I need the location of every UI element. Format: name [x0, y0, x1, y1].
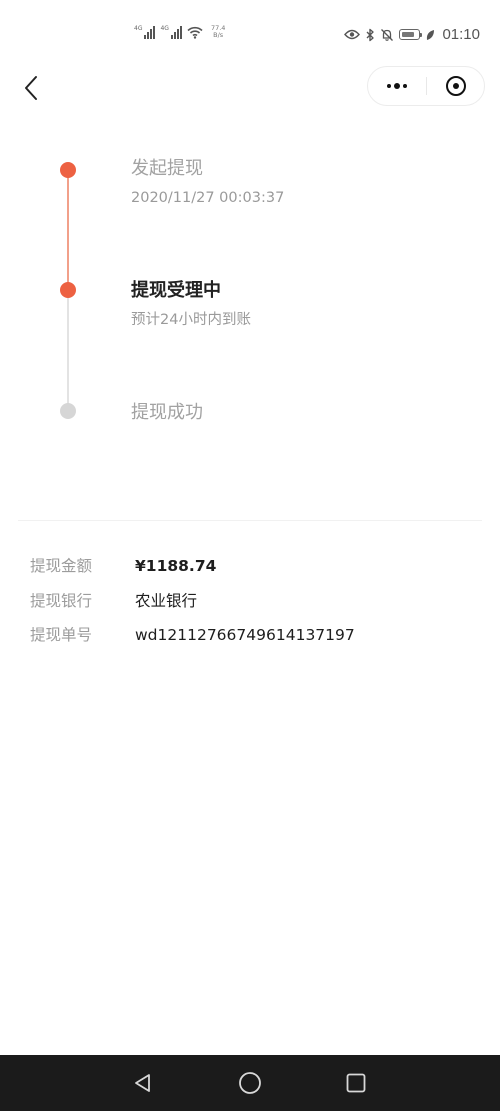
status-right-group: 01:10 — [344, 26, 480, 43]
more-button[interactable] — [368, 67, 426, 105]
system-navigation-bar — [0, 1055, 500, 1111]
system-back-button[interactable] — [127, 1067, 159, 1099]
timeline-dot-pending — [60, 403, 76, 419]
status-bar: 4G 4G 77.4 B/s 01:10 — [0, 0, 500, 62]
bell-muted-icon — [381, 28, 394, 41]
status-left-group: 4G 4G 77.4 B/s — [134, 25, 225, 39]
cellular-signal-icon: 4G — [160, 25, 182, 39]
withdraw-amount: ¥1188.74 — [135, 557, 217, 575]
triangle-back-icon — [135, 1074, 150, 1092]
miniprogram-capsule — [367, 66, 485, 106]
system-home-button[interactable] — [234, 1067, 266, 1099]
detail-label: 提现单号 — [30, 626, 93, 644]
step-timestamp: 2020/11/27 00:03:37 — [131, 190, 285, 206]
cellular-signal-icon: 4G — [134, 25, 156, 39]
network-speed-unit: B/s — [213, 31, 224, 39]
timeline-dot-current — [60, 282, 76, 298]
wifi-icon — [187, 26, 203, 39]
back-button[interactable] — [14, 71, 48, 105]
timeline-line-pending — [67, 291, 69, 411]
circle-home-icon — [239, 1072, 261, 1094]
square-recent-icon — [346, 1073, 366, 1093]
detail-row-bank: 提现银行 农业银行 — [30, 589, 470, 613]
network-speed: 77.4 B/s — [211, 25, 225, 39]
withdraw-progress-timeline: 发起提现 2020/11/27 00:03:37 提现受理中 预计24小时内到账… — [0, 150, 500, 450]
target-close-icon — [446, 76, 466, 96]
detail-row-order-number: 提现单号 wd12112766749614137197 — [30, 623, 470, 647]
eye-icon — [344, 29, 361, 40]
bluetooth-icon — [366, 28, 375, 41]
withdraw-order-number: wd12112766749614137197 — [135, 626, 355, 644]
more-dots-icon — [387, 83, 407, 89]
detail-label: 提现金额 — [30, 557, 93, 575]
battery-icon — [399, 29, 423, 40]
signal-1-tag: 4G — [134, 25, 143, 32]
leaf-icon — [427, 29, 435, 40]
detail-row-amount: 提现金额 ¥1188.74 — [30, 554, 470, 578]
step-subtitle: 预计24小时内到账 — [131, 312, 251, 328]
section-divider — [18, 520, 482, 521]
step-title-pending: 提现成功 — [131, 402, 203, 423]
timeline-line-active — [67, 170, 69, 291]
close-miniprogram-button[interactable] — [427, 67, 485, 105]
step-title: 发起提现 — [131, 158, 203, 179]
system-recent-apps-button[interactable] — [340, 1067, 372, 1099]
detail-label: 提现银行 — [30, 592, 93, 610]
step-title-current: 提现受理中 — [131, 280, 221, 301]
withdraw-bank: 农业银行 — [135, 592, 198, 610]
timeline-dot-done — [60, 162, 76, 178]
clock: 01:10 — [442, 26, 480, 43]
signal-2-tag: 4G — [160, 25, 169, 32]
chevron-left-icon — [25, 76, 37, 100]
